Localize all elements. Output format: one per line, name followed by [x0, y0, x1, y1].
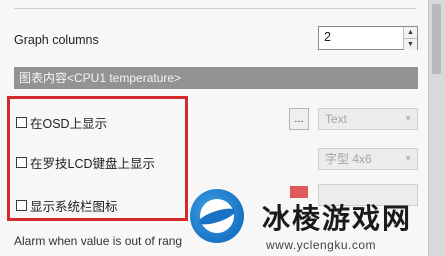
graph-columns-value[interactable]: 2: [324, 30, 331, 44]
osd-type-value: Text: [325, 112, 348, 126]
browse-button[interactable]: ...: [289, 108, 309, 130]
section-header: 图表内容<CPU1 temperature>: [14, 67, 418, 89]
scrollbar-thumb[interactable]: [432, 4, 441, 74]
spinner-up-icon[interactable]: ▲: [404, 27, 417, 38]
osd-type-dropdown[interactable]: Text ▼: [318, 108, 418, 130]
watermark-logo-icon: [190, 189, 244, 243]
alarm-label: Alarm when value is out of rang: [14, 234, 183, 248]
spinner-down-icon[interactable]: ▼: [404, 38, 417, 50]
highlight-box: [7, 96, 188, 221]
chevron-down-icon: ▼: [404, 154, 412, 163]
chevron-down-icon: ▼: [404, 114, 412, 123]
divider: [14, 8, 416, 9]
lcd-font-value: 字型 4x6: [325, 152, 372, 166]
spinner-buttons: ▲ ▼: [403, 27, 417, 50]
graph-columns-label: Graph columns: [14, 33, 99, 47]
watermark-title: 冰棱游戏网: [262, 202, 413, 235]
watermark-url: www.yclengku.com: [266, 238, 377, 252]
graph-columns-spinner[interactable]: 2 ▲ ▼: [318, 26, 418, 50]
vertical-scrollbar[interactable]: [428, 0, 445, 256]
lcd-font-dropdown[interactable]: 字型 4x6 ▼: [318, 148, 418, 170]
